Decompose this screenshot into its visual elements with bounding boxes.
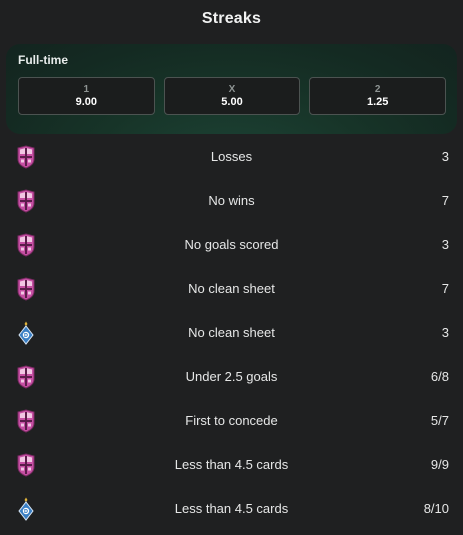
home-team-crest-icon — [16, 145, 36, 169]
streak-row: Under 2.5 goals 6/8 — [0, 355, 463, 399]
odds-button-draw[interactable]: X 5.00 — [163, 77, 301, 115]
home-team-crest-icon — [16, 277, 36, 301]
home-team-crest-icon — [16, 409, 36, 433]
odds-key: 1 — [83, 83, 90, 95]
svg-text:D: D — [24, 509, 28, 515]
away-team-crest-icon: D — [16, 321, 36, 345]
streak-value: 3 — [441, 237, 449, 252]
streak-value: 8/10 — [423, 501, 449, 516]
home-team-crest-icon — [16, 233, 36, 257]
streak-label: No clean sheet — [188, 281, 275, 296]
streak-row: D No clean sheet 3 — [0, 311, 463, 355]
streak-row: D Less than 4.5 cards 8/10 — [0, 487, 463, 531]
streak-label: First to concede — [185, 413, 278, 428]
home-team-crest-icon — [16, 365, 36, 389]
streak-value: 3 — [441, 325, 449, 340]
streak-label: Under 2.5 goals — [185, 369, 278, 384]
streak-row: Losses 3 — [0, 135, 463, 179]
odds-value: 5.00 — [221, 95, 243, 108]
streak-label: Less than 4.5 cards — [174, 457, 289, 472]
streak-value: 6/8 — [430, 369, 449, 384]
odds-key: 2 — [374, 83, 381, 95]
home-team-crest-icon — [16, 189, 36, 213]
home-team-crest-icon — [16, 453, 36, 477]
streak-row: No wins 7 — [0, 179, 463, 223]
streak-label: No goals scored — [184, 237, 279, 252]
odds-button-away[interactable]: 2 1.25 — [309, 77, 447, 115]
odds-value: 9.00 — [75, 95, 98, 108]
streak-label: Less than 4.5 cards — [174, 501, 289, 516]
full-time-odds-card: Full-time 1 9.00 X 5.00 2 1.25 — [6, 44, 457, 134]
away-team-crest-icon: D — [16, 497, 36, 521]
odds-button-home[interactable]: 1 9.00 — [18, 77, 155, 115]
odds-market-label: Full-time — [18, 53, 68, 67]
streaks-list: Losses 3 No wins 7 No goals scored 3 No cle… — [0, 135, 463, 531]
streak-value: 3 — [441, 149, 449, 164]
streak-value: 5/7 — [430, 413, 449, 428]
streak-value: 7 — [441, 281, 449, 296]
odds-key: X — [228, 83, 236, 95]
odds-value: 1.25 — [366, 95, 389, 108]
odds-buttons-row: 1 9.00 X 5.00 2 1.25 — [18, 77, 447, 115]
streak-row: No clean sheet 7 — [0, 267, 463, 311]
streak-row: Less than 4.5 cards 9/9 — [0, 443, 463, 487]
streak-label: Losses — [210, 149, 253, 164]
streak-value: 9/9 — [430, 457, 449, 472]
streak-label: No clean sheet — [188, 325, 275, 340]
section-title: Streaks — [201, 10, 262, 27]
streak-value: 7 — [441, 193, 449, 208]
streak-label: No wins — [208, 193, 255, 208]
svg-text:D: D — [24, 333, 28, 339]
streak-row: No goals scored 3 — [0, 223, 463, 267]
streak-row: First to concede 5/7 — [0, 399, 463, 443]
